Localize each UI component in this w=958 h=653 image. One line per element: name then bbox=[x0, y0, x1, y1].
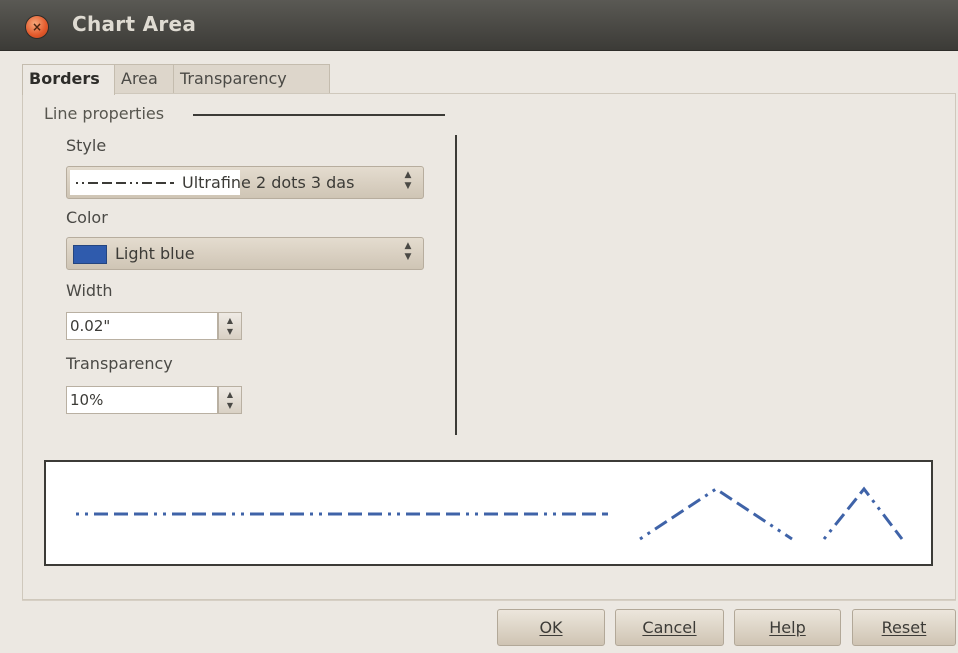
increment-icon[interactable]: ▲ bbox=[219, 316, 241, 325]
spin-arrows-icon: ▲ ▼ bbox=[404, 241, 412, 262]
color-value: Light blue bbox=[115, 244, 195, 263]
tab-area[interactable]: Area bbox=[114, 64, 174, 94]
spin-arrows-icon: ▲ ▼ bbox=[404, 170, 412, 191]
close-glyph: × bbox=[31, 20, 43, 34]
cancel-button[interactable]: Cancel bbox=[615, 609, 724, 646]
reset-label: Reset bbox=[881, 618, 927, 637]
title-bar: × Chart Area bbox=[0, 0, 958, 51]
transparency-input[interactable]: 10% bbox=[66, 386, 218, 414]
ok-label: OK bbox=[539, 618, 563, 637]
preview-peak-line bbox=[639, 487, 793, 541]
transparency-stepper[interactable]: ▲ ▼ bbox=[218, 386, 242, 414]
tab-transparency[interactable]: Transparency bbox=[173, 64, 330, 94]
tab-borders[interactable]: Borders bbox=[22, 64, 115, 95]
transparency-spinbox: 10% ▲ ▼ bbox=[66, 386, 244, 414]
group-divider bbox=[193, 114, 445, 116]
style-value: Ultrafine 2 dots 3 das bbox=[182, 173, 355, 192]
line-properties-label: Line properties bbox=[44, 104, 165, 123]
transparency-label: Transparency bbox=[66, 354, 173, 373]
ok-button[interactable]: OK bbox=[497, 609, 605, 646]
line-preview bbox=[44, 460, 933, 566]
color-dropdown[interactable]: Light blue ▲ ▼ bbox=[66, 237, 424, 270]
preview-small-peak-line bbox=[822, 486, 904, 540]
help-button[interactable]: Help bbox=[734, 609, 841, 646]
increment-icon[interactable]: ▲ bbox=[219, 390, 241, 399]
footer-divider bbox=[22, 600, 956, 601]
width-stepper[interactable]: ▲ ▼ bbox=[218, 312, 242, 340]
window-title: Chart Area bbox=[72, 12, 197, 36]
width-label: Width bbox=[66, 281, 113, 300]
reset-button[interactable]: Reset bbox=[852, 609, 956, 646]
vertical-divider bbox=[455, 135, 457, 435]
color-label: Color bbox=[66, 208, 108, 227]
style-label: Style bbox=[66, 136, 107, 155]
style-preview-icon bbox=[76, 182, 174, 184]
decrement-icon[interactable]: ▼ bbox=[219, 327, 241, 336]
close-icon[interactable]: × bbox=[26, 16, 48, 38]
decrement-icon[interactable]: ▼ bbox=[219, 401, 241, 410]
style-dropdown[interactable]: Ultrafine 2 dots 3 das ▲ ▼ bbox=[66, 166, 424, 199]
preview-lines bbox=[76, 486, 904, 541]
width-spinbox: 0.02" ▲ ▼ bbox=[66, 312, 244, 340]
color-swatch bbox=[73, 245, 107, 264]
help-label: Help bbox=[769, 618, 806, 637]
width-input[interactable]: 0.02" bbox=[66, 312, 218, 340]
cancel-label: Cancel bbox=[642, 618, 697, 637]
